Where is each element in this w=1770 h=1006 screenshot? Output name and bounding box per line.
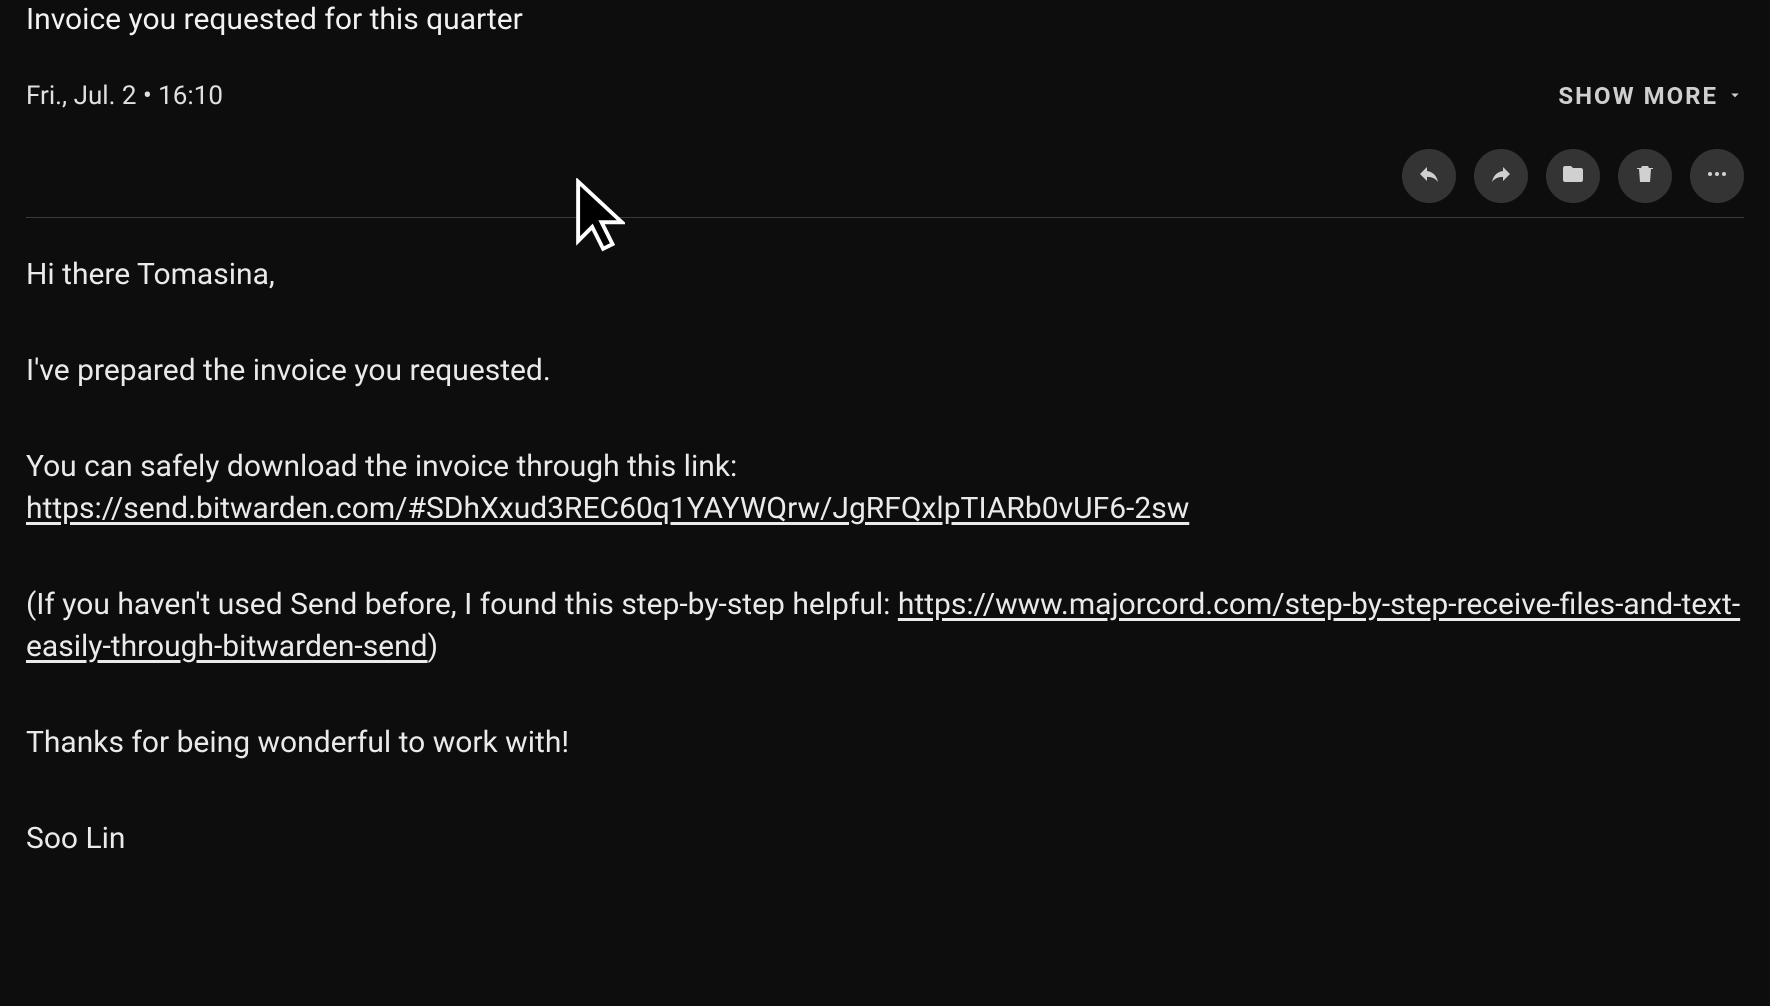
chevron-down-icon — [1726, 82, 1744, 110]
delete-button[interactable] — [1618, 149, 1672, 203]
email-actions — [26, 149, 1744, 217]
more-icon — [1705, 162, 1729, 190]
email-body: Hi there Tomasina, I've prepared the inv… — [26, 218, 1744, 860]
body-line-2-text: You can safely download the invoice thro… — [26, 449, 737, 484]
body-line-3: (If you haven't used Send before, I foun… — [26, 584, 1744, 668]
body-line-3-post: ) — [428, 629, 438, 664]
body-greeting: Hi there Tomasina, — [26, 254, 1744, 296]
body-line-1: I've prepared the invoice you requested. — [26, 350, 1744, 392]
more-button[interactable] — [1690, 149, 1744, 203]
trash-icon — [1633, 162, 1657, 190]
body-line-4: Thanks for being wonderful to work with! — [26, 722, 1744, 764]
email-subject: Invoice you requested for this quarter — [26, 2, 1744, 37]
forward-button[interactable] — [1474, 149, 1528, 203]
invoice-link[interactable]: https://send.bitwarden.com/#SDhXxud3REC6… — [26, 491, 1189, 526]
reply-button[interactable] — [1402, 149, 1456, 203]
body-line-2: You can safely download the invoice thro… — [26, 446, 1744, 530]
body-signature: Soo Lin — [26, 818, 1744, 860]
archive-icon — [1561, 162, 1585, 190]
reply-icon — [1417, 162, 1441, 190]
email-timestamp: Fri., Jul. 2 • 16:10 — [26, 81, 223, 111]
show-more-label: SHOW MORE — [1558, 82, 1718, 110]
show-more-button[interactable]: SHOW MORE — [1558, 82, 1744, 110]
meta-row: Fri., Jul. 2 • 16:10 SHOW MORE — [26, 81, 1744, 111]
body-line-3-pre: (If you haven't used Send before, I foun… — [26, 587, 898, 622]
forward-icon — [1489, 162, 1513, 190]
archive-button[interactable] — [1546, 149, 1600, 203]
